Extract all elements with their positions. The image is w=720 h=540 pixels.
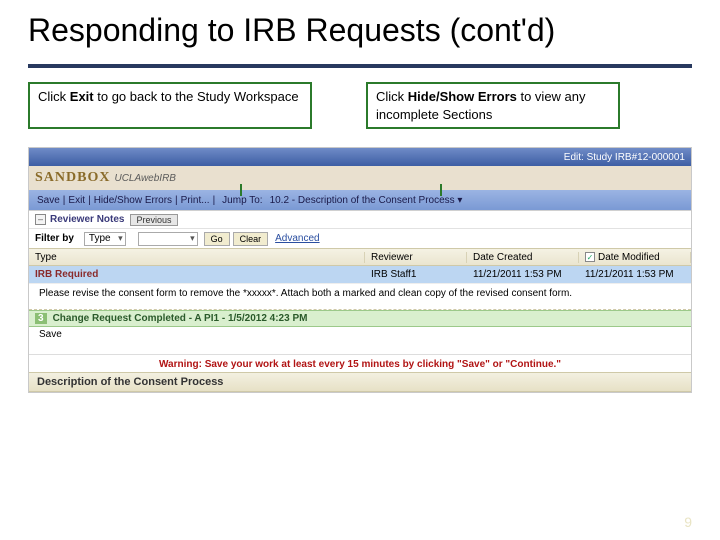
- collapse-icon[interactable]: –: [35, 214, 46, 225]
- menubar: Save| Exit| Hide/Show Errors| Print...| …: [29, 190, 691, 210]
- clear-button[interactable]: Clear: [233, 232, 269, 246]
- col-date-created[interactable]: Date Created: [467, 252, 579, 263]
- callout-text: Click: [376, 89, 408, 104]
- exit-link[interactable]: Exit: [68, 195, 85, 206]
- jump-to-select[interactable]: 10.2 - Description of the Consent Proces…: [270, 195, 463, 206]
- ucla-logo: UCLAwebIRB: [114, 173, 176, 184]
- filter-value-select[interactable]: [138, 232, 198, 246]
- slide-title: Responding to IRB Requests (cont'd): [0, 0, 720, 54]
- sandbox-logo: SANDBOX: [35, 170, 110, 186]
- callout-text: Click: [38, 89, 70, 104]
- save-area: Save: [29, 327, 691, 354]
- cell-date-modified: 11/21/2011 1:53 PM: [579, 269, 691, 280]
- section-description-header[interactable]: Description of the Consent Process: [29, 372, 691, 392]
- col-reviewer[interactable]: Reviewer: [365, 252, 467, 263]
- cell-reviewer: IRB Staff1: [365, 269, 467, 280]
- col-date-modified-label: Date Modified: [598, 252, 660, 263]
- previous-button[interactable]: Previous: [130, 214, 177, 226]
- callout-bold: Exit: [70, 89, 94, 104]
- app-screenshot: Edit: Study IRB#12-000001 SANDBOX UCLAwe…: [28, 147, 692, 393]
- table-header: Type Reviewer Date Created ✓ Date Modifi…: [29, 248, 691, 266]
- change-request-text: Change Request Completed - A PI1 - 1/5/2…: [53, 313, 308, 324]
- filter-bar: Filter by Type Go Clear Advanced: [29, 228, 691, 248]
- cell-type: IRB Required: [29, 269, 365, 280]
- connector-right: [440, 184, 442, 196]
- col-date-modified[interactable]: ✓ Date Modified: [579, 252, 691, 263]
- callout-hideshow: Click Hide/Show Errors to view any incom…: [366, 82, 620, 129]
- note-body: Please revise the consent form to remove…: [29, 284, 691, 310]
- cell-date-created: 11/21/2011 1:53 PM: [467, 269, 579, 280]
- callout-bold: Hide/Show Errors: [408, 89, 517, 104]
- callouts-row: Click Exit to go back to the Study Works…: [28, 82, 692, 129]
- reviewer-notes-label: Reviewer Notes: [50, 214, 124, 225]
- title-underline: [28, 64, 692, 68]
- advanced-link[interactable]: Advanced: [275, 233, 319, 244]
- go-button[interactable]: Go: [204, 232, 230, 246]
- window-title-text: Edit: Study IRB#12-000001: [564, 152, 685, 163]
- save-link[interactable]: Save: [37, 195, 60, 206]
- app-logo-bar: SANDBOX UCLAwebIRB: [29, 166, 691, 190]
- jump-to-label: Jump To:: [222, 195, 262, 206]
- filter-field-select[interactable]: Type: [84, 232, 126, 246]
- callout-exit: Click Exit to go back to the Study Works…: [28, 82, 312, 129]
- reviewer-notes-header[interactable]: – Reviewer Notes Previous: [29, 210, 691, 228]
- callout-text: to go back to the Study Workspace: [94, 89, 299, 104]
- change-request-bar[interactable]: 3 Change Request Completed - A PI1 - 1/5…: [29, 310, 691, 327]
- col-type[interactable]: Type: [29, 252, 365, 263]
- change-count: 3: [35, 313, 47, 324]
- warning-text: Warning: Save your work at least every 1…: [29, 354, 691, 372]
- connector-left: [240, 184, 242, 196]
- print-link[interactable]: Print...: [181, 195, 210, 206]
- table-row[interactable]: IRB Required IRB Staff1 11/21/2011 1:53 …: [29, 266, 691, 284]
- hideshow-errors-link[interactable]: Hide/Show Errors: [94, 195, 172, 206]
- filter-label: Filter by: [35, 233, 74, 244]
- page-number: 9: [684, 514, 692, 530]
- checkbox-icon[interactable]: ✓: [585, 252, 595, 262]
- window-titlebar: Edit: Study IRB#12-000001: [29, 148, 691, 166]
